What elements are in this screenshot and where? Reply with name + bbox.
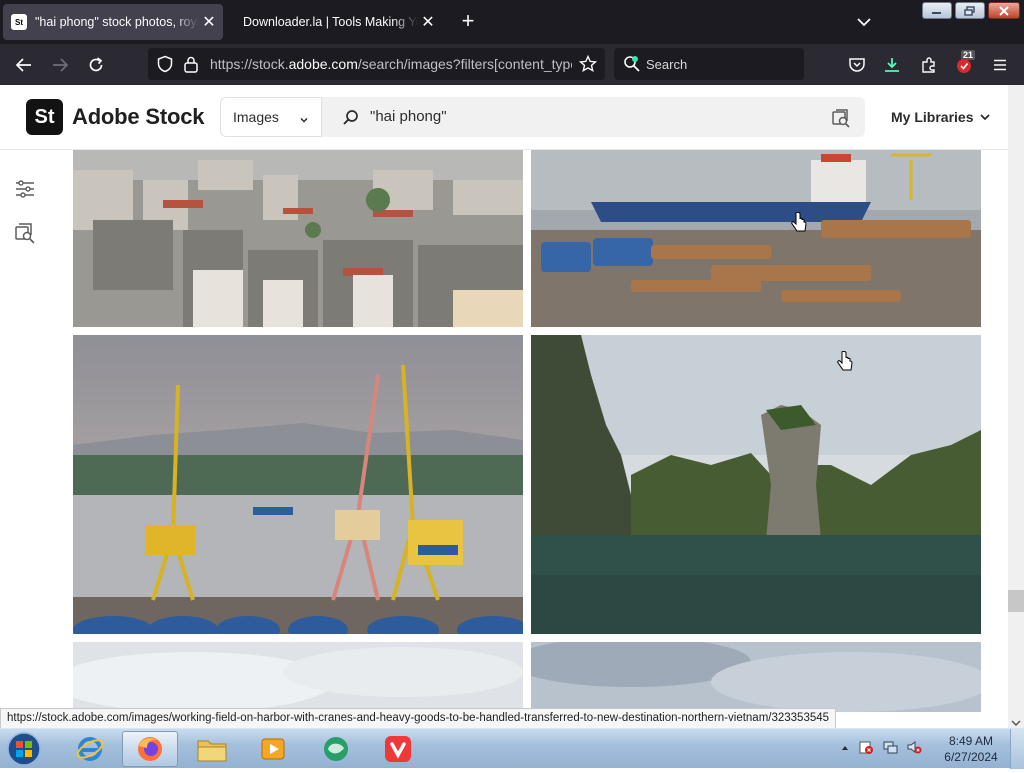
visual-search-icon[interactable] — [831, 108, 851, 133]
forward-arrow-icon[interactable] — [48, 53, 72, 77]
close-tab-icon[interactable]: ✕ — [418, 12, 438, 32]
close-window-button[interactable] — [988, 2, 1020, 19]
adobe-stock-favicon-icon: St — [11, 14, 27, 30]
downloads-icon[interactable] — [880, 53, 904, 77]
lock-icon[interactable] — [183, 55, 199, 78]
web-search-box[interactable]: Search — [614, 48, 804, 80]
stock-search-bar: Images "hai phong" — [220, 97, 865, 137]
address-bar[interactable]: https://stock.adobe.com/search/images?fi… — [148, 48, 605, 80]
minimize-button[interactable] — [922, 2, 952, 19]
close-tab-icon[interactable]: ✕ — [199, 12, 219, 32]
show-desktop-button[interactable] — [1010, 729, 1024, 769]
visual-search-rail-icon[interactable] — [14, 222, 36, 244]
system-tray — [840, 733, 922, 765]
filters-sliders-icon[interactable] — [14, 178, 36, 200]
result-thumbnail-cranes[interactable] — [73, 335, 523, 634]
search-engine-icon — [623, 55, 641, 78]
network-icon[interactable] — [882, 739, 898, 760]
result-thumbnail-bay[interactable] — [531, 335, 981, 634]
clock-time: 8:49 AM — [948, 734, 994, 748]
clock-date: 6/27/2024 — [944, 750, 998, 764]
tab-title: Downloader.la | Tools Making Your L — [243, 15, 418, 29]
system-clock[interactable]: 8:49 AM 6/27/2024 — [940, 733, 1002, 765]
green-app-icon[interactable] — [308, 731, 364, 767]
scrollbar-thumb[interactable] — [1008, 590, 1024, 612]
show-hidden-icons-arrow-icon[interactable] — [840, 740, 850, 758]
cloudy-sky-image — [73, 642, 523, 712]
asset-type-label: Images — [233, 109, 279, 125]
new-tab-button[interactable]: + — [456, 10, 480, 34]
volume-muted-icon[interactable] — [906, 739, 922, 760]
internet-explorer-icon[interactable] — [62, 731, 118, 767]
search-placeholder: Search — [646, 57, 688, 72]
pocket-icon[interactable] — [845, 53, 869, 77]
start-orb-icon[interactable] — [4, 730, 44, 768]
link-status-url: https://stock.adobe.com/images/working-f… — [0, 708, 837, 729]
tab-downloader[interactable]: Downloader.la | Tools Making Your L ✕ — [227, 4, 442, 40]
bookmark-star-icon[interactable] — [578, 54, 598, 78]
site-header: St Adobe Stock Images "hai phong" My Lib… — [0, 85, 1008, 150]
karst-bay-image — [531, 335, 981, 634]
brand-name[interactable]: Adobe Stock — [72, 104, 204, 130]
hand-cursor-icon — [790, 211, 808, 239]
file-explorer-icon[interactable] — [184, 731, 240, 767]
chevron-down-icon — [299, 112, 309, 128]
tab-title: "hai phong" stock photos, royalty — [35, 15, 199, 29]
my-libraries-menu[interactable]: My Libraries — [891, 109, 991, 125]
list-all-tabs-chevron-icon[interactable] — [850, 10, 878, 34]
adobe-stock-logo[interactable]: St — [26, 99, 63, 135]
reload-icon[interactable] — [84, 53, 108, 77]
browser-tab-bar: St "hai phong" stock photos, royalty ✕ D… — [0, 0, 1024, 44]
port-logs-image — [531, 150, 981, 327]
url-text[interactable]: https://stock.adobe.com/search/images?fi… — [210, 56, 572, 72]
result-thumbnail-sky-2[interactable] — [531, 642, 981, 712]
url-domain: adobe.com — [288, 56, 358, 72]
city-rooftops-image — [73, 150, 523, 327]
shield-icon[interactable] — [156, 55, 174, 78]
result-thumbnail-port[interactable] — [531, 150, 981, 327]
harbor-cranes-image — [73, 335, 523, 634]
action-center-flag-icon[interactable] — [858, 739, 874, 760]
hand-cursor-icon — [836, 350, 854, 378]
url-path: /search/images?filters[content_type — [357, 56, 572, 72]
cloudy-sky-image — [531, 642, 981, 712]
hamburger-menu-icon[interactable] — [988, 53, 1012, 77]
page-scrollbar[interactable] — [1008, 85, 1024, 728]
restore-button[interactable] — [955, 2, 985, 19]
result-thumbnail-city[interactable] — [73, 150, 523, 327]
url-prefix: https://stock. — [210, 56, 289, 72]
extensions-puzzle-icon[interactable] — [917, 53, 941, 77]
tab-adobe-stock[interactable]: St "hai phong" stock photos, royalty ✕ — [3, 4, 223, 40]
result-thumbnail-sky-1[interactable] — [73, 642, 523, 712]
my-libraries-label: My Libraries — [891, 109, 974, 125]
vivaldi-icon[interactable] — [370, 731, 426, 767]
back-arrow-icon[interactable] — [12, 53, 36, 77]
search-icon — [342, 109, 360, 132]
firefox-icon[interactable] — [122, 731, 178, 767]
extension-badge: 21 — [961, 50, 976, 60]
windows-taskbar: 8:49 AM 6/27/2024 — [0, 728, 1024, 769]
left-rail — [0, 150, 50, 710]
search-query-input[interactable]: "hai phong" — [370, 108, 447, 125]
media-player-icon[interactable] — [245, 731, 301, 767]
asset-type-dropdown[interactable]: Images — [220, 97, 322, 137]
window-controls — [922, 2, 1020, 19]
chevron-down-icon — [980, 114, 991, 121]
